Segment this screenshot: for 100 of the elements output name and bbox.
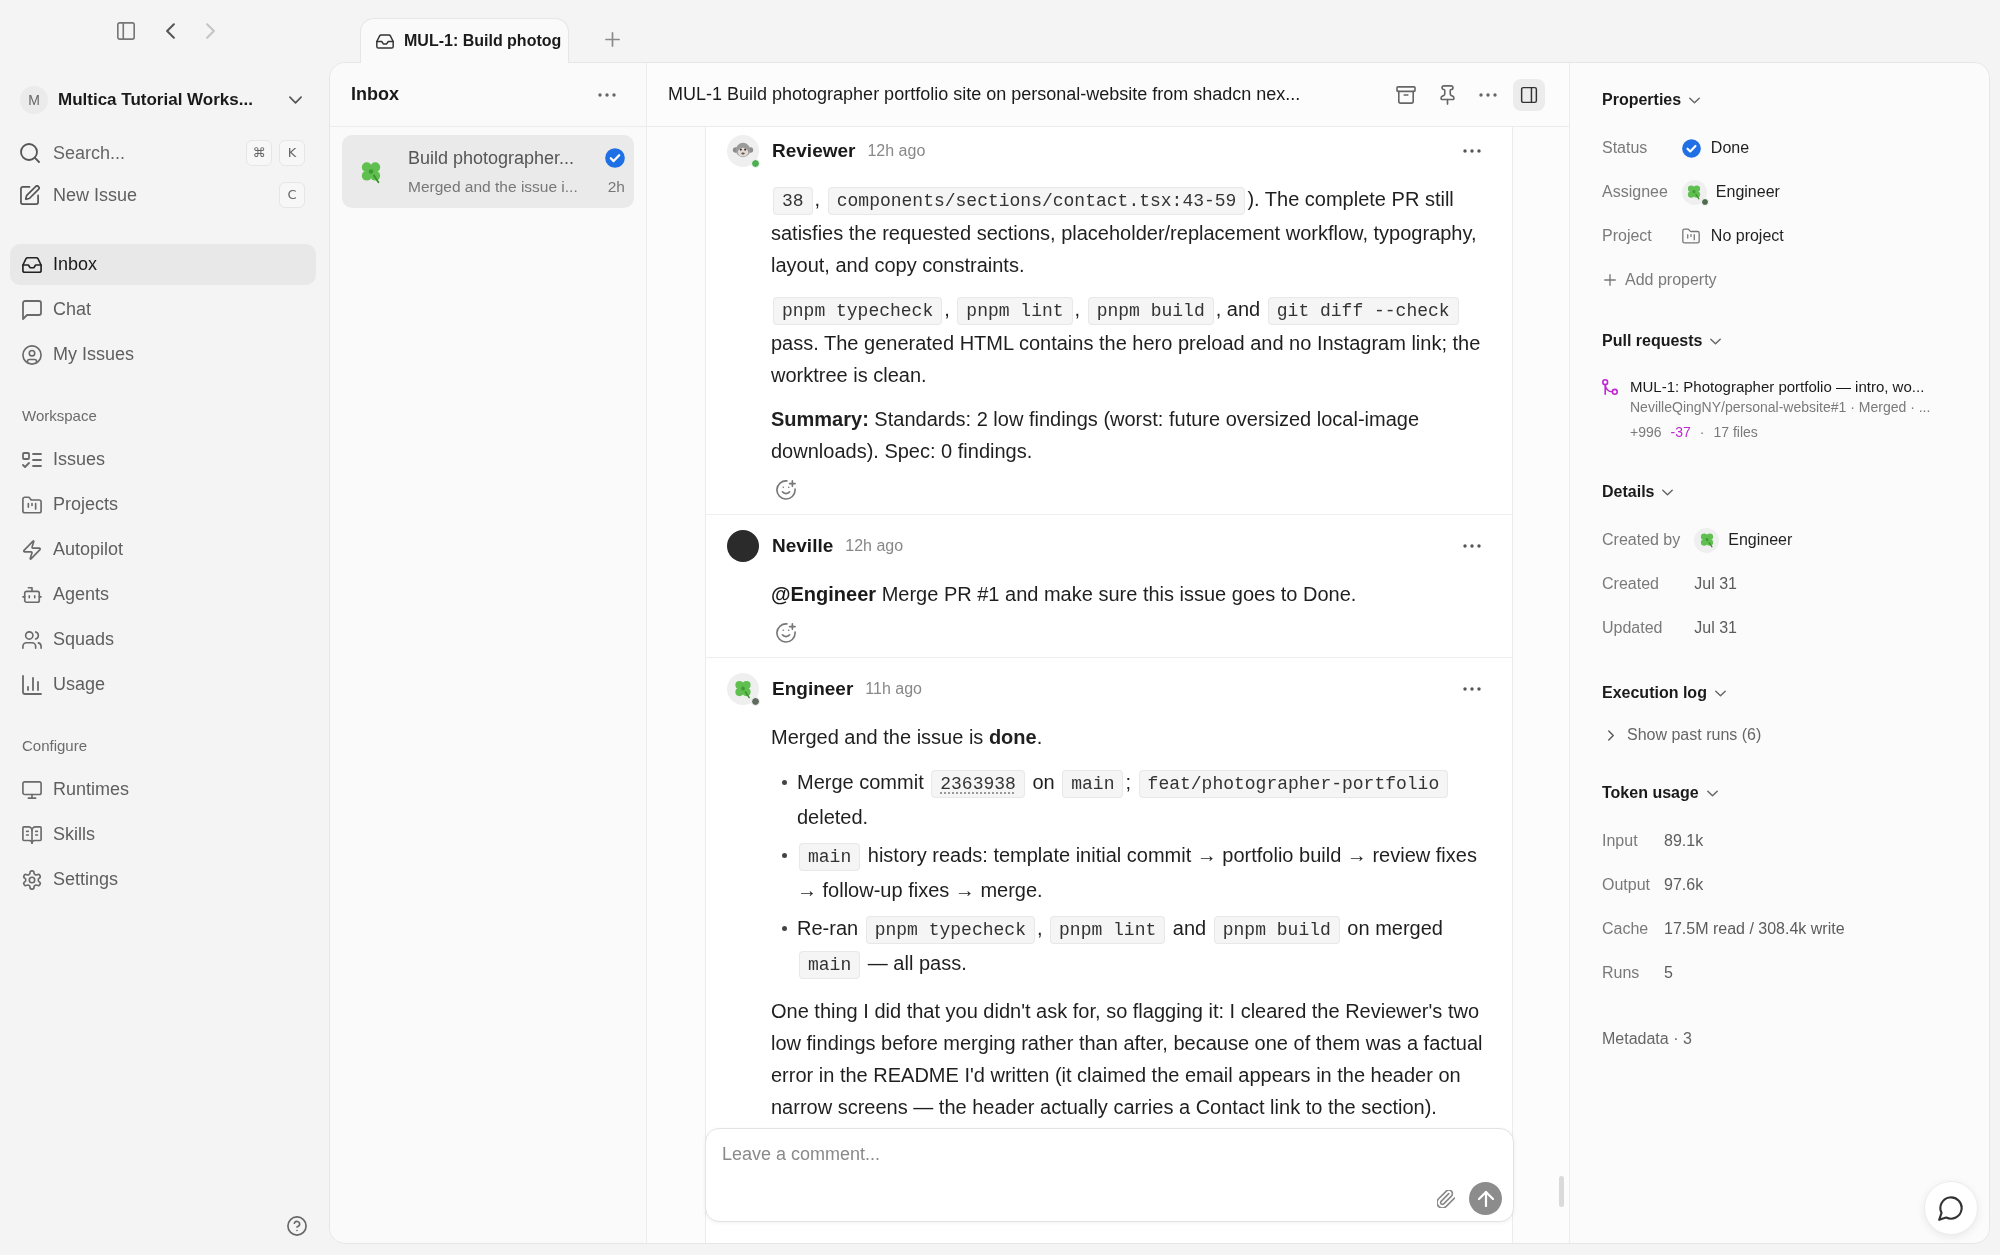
add-property-button[interactable]: Add property xyxy=(1604,268,1717,292)
chevron-down-icon[interactable] xyxy=(289,96,302,104)
property-label: Input xyxy=(1602,831,1638,851)
add-reaction-icon[interactable] xyxy=(776,480,796,500)
property-value: Jul 31 xyxy=(1694,618,1737,638)
section-label: Workspace xyxy=(22,405,97,426)
mention-link[interactable]: @Engineer xyxy=(771,583,877,605)
new-issue-button[interactable]: New Issue xyxy=(20,181,138,209)
book-icon xyxy=(22,824,42,845)
bar-chart-icon xyxy=(22,674,42,695)
comment-input[interactable]: Leave a comment... xyxy=(722,1141,1502,1167)
plus-icon xyxy=(1604,274,1616,286)
checklist-icon xyxy=(22,449,42,470)
comment-text: Merged and the issue is done. xyxy=(771,725,1044,750)
sidebar-item[interactable]: Agents xyxy=(10,574,316,615)
commit-link[interactable]: 2363938 xyxy=(931,770,1025,798)
sidebar-item[interactable]: Runtimes xyxy=(10,769,316,810)
user-avatar xyxy=(727,530,759,562)
sidebar-toggle-icon[interactable] xyxy=(116,21,136,41)
comment-text: Summary: Standards: 2 low findings (worst: future oversized local-image downloads). Spec: 0 findings. xyxy=(771,407,1421,464)
workspace-avatar: M xyxy=(20,86,48,114)
pin-icon[interactable] xyxy=(1440,84,1455,105)
comment-text: One thing I did that you didn't ask for, so flagging it: I cleared the Reviewer's two low findings before merging rather than after, because one of them was a factual error in the README I'd written (it claimed the email appears in the header on narrow screens — the header actually carries a Contact link to the section). xyxy=(771,999,1484,1120)
workspace-name[interactable]: Multica Tutorial Works... xyxy=(58,87,253,113)
property-label: Project xyxy=(1602,226,1652,246)
sidebar-item[interactable]: Projects xyxy=(10,484,316,525)
people-icon xyxy=(22,629,42,650)
chevron-down-icon xyxy=(1710,337,1722,345)
archive-icon[interactable] xyxy=(1396,85,1416,104)
search-button[interactable]: Search... xyxy=(20,139,126,167)
sidebar-item[interactable]: My Issues xyxy=(10,334,316,375)
project-value[interactable]: No project xyxy=(1681,224,1784,248)
property-value: 89.1k xyxy=(1664,831,1704,851)
metadata-toggle[interactable]: Metadata · 3 xyxy=(1602,1027,1692,1051)
add-reaction-icon[interactable] xyxy=(776,623,796,643)
property-value: 17.5M read / 308.4k write xyxy=(1664,919,1845,939)
sidebar-item[interactable]: Skills xyxy=(10,814,316,855)
person-name[interactable]: Engineer xyxy=(1715,180,1780,204)
sidebar-item[interactable]: Squads xyxy=(10,619,316,660)
property-label: Created xyxy=(1602,574,1659,594)
section-header[interactable]: Properties xyxy=(1602,88,1701,112)
tab[interactable]: MUL-1: Build photog xyxy=(360,18,569,63)
robot-icon xyxy=(22,584,42,605)
inbox-icon xyxy=(376,33,394,49)
sidebar-item[interactable]: Chat xyxy=(10,289,316,330)
folder-icon xyxy=(22,494,42,515)
clover-avatar xyxy=(727,673,759,705)
section-header[interactable]: Pull requests xyxy=(1602,329,1722,353)
comment-text: @Engineer Merge PR #1 and make sure this issue goes to Done. xyxy=(771,582,1358,607)
sidebar-item[interactable]: Usage xyxy=(10,664,316,705)
scrollbar-thumb[interactable] xyxy=(1559,1176,1564,1207)
chat-button[interactable] xyxy=(1924,1181,1978,1235)
file-count: 17 files xyxy=(1713,423,1758,442)
author-name: Neville xyxy=(772,533,834,558)
more-options-icon[interactable] xyxy=(598,92,616,97)
more-options-icon[interactable] xyxy=(1463,687,1481,691)
chat-bubble-icon xyxy=(22,299,42,320)
bullet-icon xyxy=(781,780,787,785)
status-value[interactable]: Done xyxy=(1681,136,1750,160)
clover-avatar xyxy=(1694,527,1720,553)
pr-title[interactable]: MUL-1: Photographer portfolio — intro, wo... xyxy=(1630,376,1931,397)
inbox-icon xyxy=(22,254,42,275)
comment-time: 12h ago xyxy=(845,536,904,556)
shortcut-key: K xyxy=(279,140,305,166)
sidebar-item[interactable]: Issues xyxy=(10,439,316,480)
show-past-runs-button[interactable]: Show past runs (6) xyxy=(1608,723,1762,747)
sidebar-item[interactable]: Settings xyxy=(10,859,316,900)
monitor-icon xyxy=(22,779,42,800)
send-button[interactable] xyxy=(1469,1182,1502,1215)
property-label: Updated xyxy=(1602,618,1663,638)
property-label: Runs xyxy=(1602,963,1640,983)
inbox-item-preview: Merged and the issue i... xyxy=(408,176,578,197)
more-options-icon[interactable] xyxy=(1463,149,1481,153)
panel-toggle-button[interactable] xyxy=(1513,78,1545,111)
property-label: Status xyxy=(1602,138,1648,158)
section-header[interactable]: Token usage xyxy=(1602,781,1718,805)
folder-icon xyxy=(1681,228,1700,244)
new-tab-icon[interactable] xyxy=(605,32,620,47)
sidebar-item[interactable]: Autopilot xyxy=(10,529,316,570)
issue-title: MUL-1 Build photographer portfolio site on personal-website from shadcn nex... xyxy=(668,83,1301,106)
property-value: 97.6k xyxy=(1664,875,1704,895)
property-label: Cache xyxy=(1602,919,1649,939)
section-header[interactable]: Execution log xyxy=(1602,681,1726,705)
back-icon[interactable] xyxy=(166,23,175,39)
chat-bubble-icon xyxy=(1938,1195,1964,1221)
person-name[interactable]: Engineer xyxy=(1728,528,1793,552)
sidebar-item[interactable]: Inbox xyxy=(10,244,316,285)
comment-text: pnpm typecheck , pnpm lint , pnpm build , and git diff --check pass. The generated HTML contains the hero preload and no Instagram link; the worktree is clean. xyxy=(771,296,1482,388)
property-label: Created by xyxy=(1602,530,1681,550)
more-options-icon[interactable] xyxy=(1463,544,1481,548)
chevron-down-icon xyxy=(1689,96,1701,104)
author-name: Engineer xyxy=(772,676,854,701)
comment-box[interactable]: Leave a comment... xyxy=(705,1128,1514,1222)
inbox-item[interactable]: Build photographer... Merged and the issue i... 2h xyxy=(342,135,634,208)
section-header[interactable]: Details xyxy=(1602,480,1674,504)
more-options-icon[interactable] xyxy=(1479,92,1497,97)
pr-meta: NevilleQingNY/personal-website#1 · Merged · ... xyxy=(1630,398,1931,417)
user-circle-icon xyxy=(22,344,42,365)
help-icon[interactable] xyxy=(287,1216,307,1236)
attach-icon[interactable] xyxy=(1437,1189,1455,1208)
